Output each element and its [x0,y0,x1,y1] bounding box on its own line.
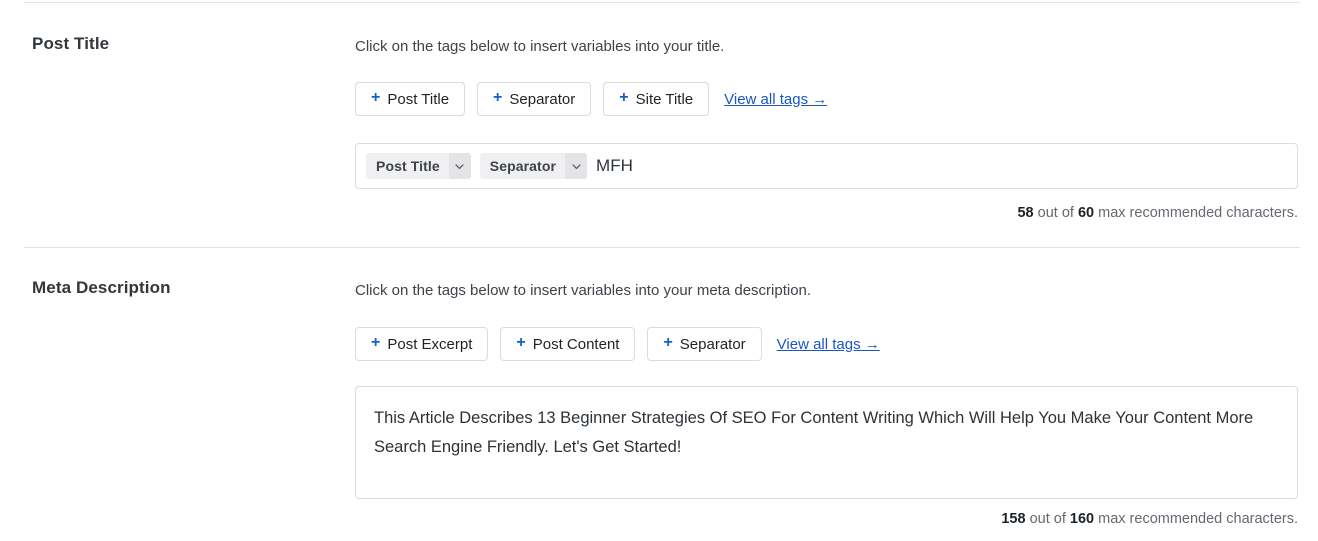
insert-tag-separator-button[interactable]: + Separator [647,327,762,361]
counter-mid-text: out of [1037,205,1074,221]
tag-button-label: Post Title [387,90,450,108]
post-title-helper-text: Click on the tags below to insert variab… [355,38,725,55]
meta-description-helper-text: Click on the tags below to insert variab… [355,282,812,299]
meta-description-counter-row: 158 out of 160 max recommended character… [355,511,1298,527]
section-post-title: Post Title Click on the tags below to in… [0,2,1318,247]
tag-button-label: Site Title [635,90,694,108]
chevron-down-icon[interactable] [565,153,588,179]
chip-separator[interactable]: Separator [479,153,588,179]
post-title-label-column: Post Title [32,34,332,54]
post-title-tag-buttons: + Post Title + Separator + Site Title Vi… [355,82,1298,116]
seo-settings-panel: Post Title Click on the tags below to in… [0,0,1318,541]
chevron-down-icon[interactable] [448,153,471,179]
insert-tag-post-content-button[interactable]: + Post Content [500,327,636,361]
meta-description-textarea[interactable]: This Article Describes 13 Beginner Strat… [355,386,1298,499]
counter-current: 158 [1001,511,1026,527]
plus-icon: + [516,334,526,351]
insert-tag-separator-button[interactable]: + Separator [477,82,592,116]
insert-tag-site-title-button[interactable]: + Site Title [603,82,710,116]
view-all-tags-link-post-title[interactable]: View all tags → [724,91,827,108]
tag-button-label: Separator [679,335,746,353]
plus-icon: + [493,89,503,106]
post-title-character-counter: 58 out of 60 max recommended characters. [355,205,1298,221]
tag-button-label: Post Content [532,335,620,353]
post-title-field-wrapper: Post Title Separator MFH [355,143,1298,189]
chip-label: Separator [489,158,557,174]
plus-icon: + [663,334,673,351]
section-meta-description: Meta Description Click on the tags below… [0,248,1318,541]
tag-button-label: Separator [509,90,576,108]
post-title-counter-row: 58 out of 60 max recommended characters. [355,205,1298,221]
section-label-meta-description: Meta Description [32,278,171,297]
chip-post-title[interactable]: Post Title [366,153,471,179]
meta-description-helper-row: Click on the tags below to insert variab… [355,280,1298,301]
view-all-tags-link-meta-description[interactable]: View all tags → [777,336,880,353]
post-title-trailing-text: MFH [596,156,633,175]
plus-icon: + [619,89,629,106]
chip-label: Post Title [376,158,440,174]
meta-description-label-column: Meta Description [32,278,332,298]
post-title-input[interactable]: Post Title Separator MFH [355,143,1298,189]
counter-max: 60 [1077,205,1095,221]
tag-button-label: Post Excerpt [387,335,473,353]
post-title-helper-row: Click on the tags below to insert variab… [355,36,1298,57]
counter-current: 58 [1017,205,1034,221]
counter-suffix-text: max recommended characters. [1098,511,1298,527]
plus-icon: + [371,334,381,351]
counter-max: 160 [1069,511,1095,527]
counter-suffix-text: max recommended characters. [1098,205,1298,221]
meta-description-field-wrapper: This Article Describes 13 Beginner Strat… [355,386,1298,499]
insert-tag-post-excerpt-button[interactable]: + Post Excerpt [355,327,489,361]
meta-description-value: This Article Describes 13 Beginner Strat… [374,409,1254,456]
insert-tag-post-title-button[interactable]: + Post Title [355,82,466,116]
meta-description-tag-buttons: + Post Excerpt + Post Content + Separato… [355,327,1298,361]
plus-icon: + [371,89,381,106]
section-label-post-title: Post Title [32,34,110,53]
meta-description-character-counter: 158 out of 160 max recommended character… [355,511,1298,527]
counter-mid-text: out of [1029,511,1066,527]
